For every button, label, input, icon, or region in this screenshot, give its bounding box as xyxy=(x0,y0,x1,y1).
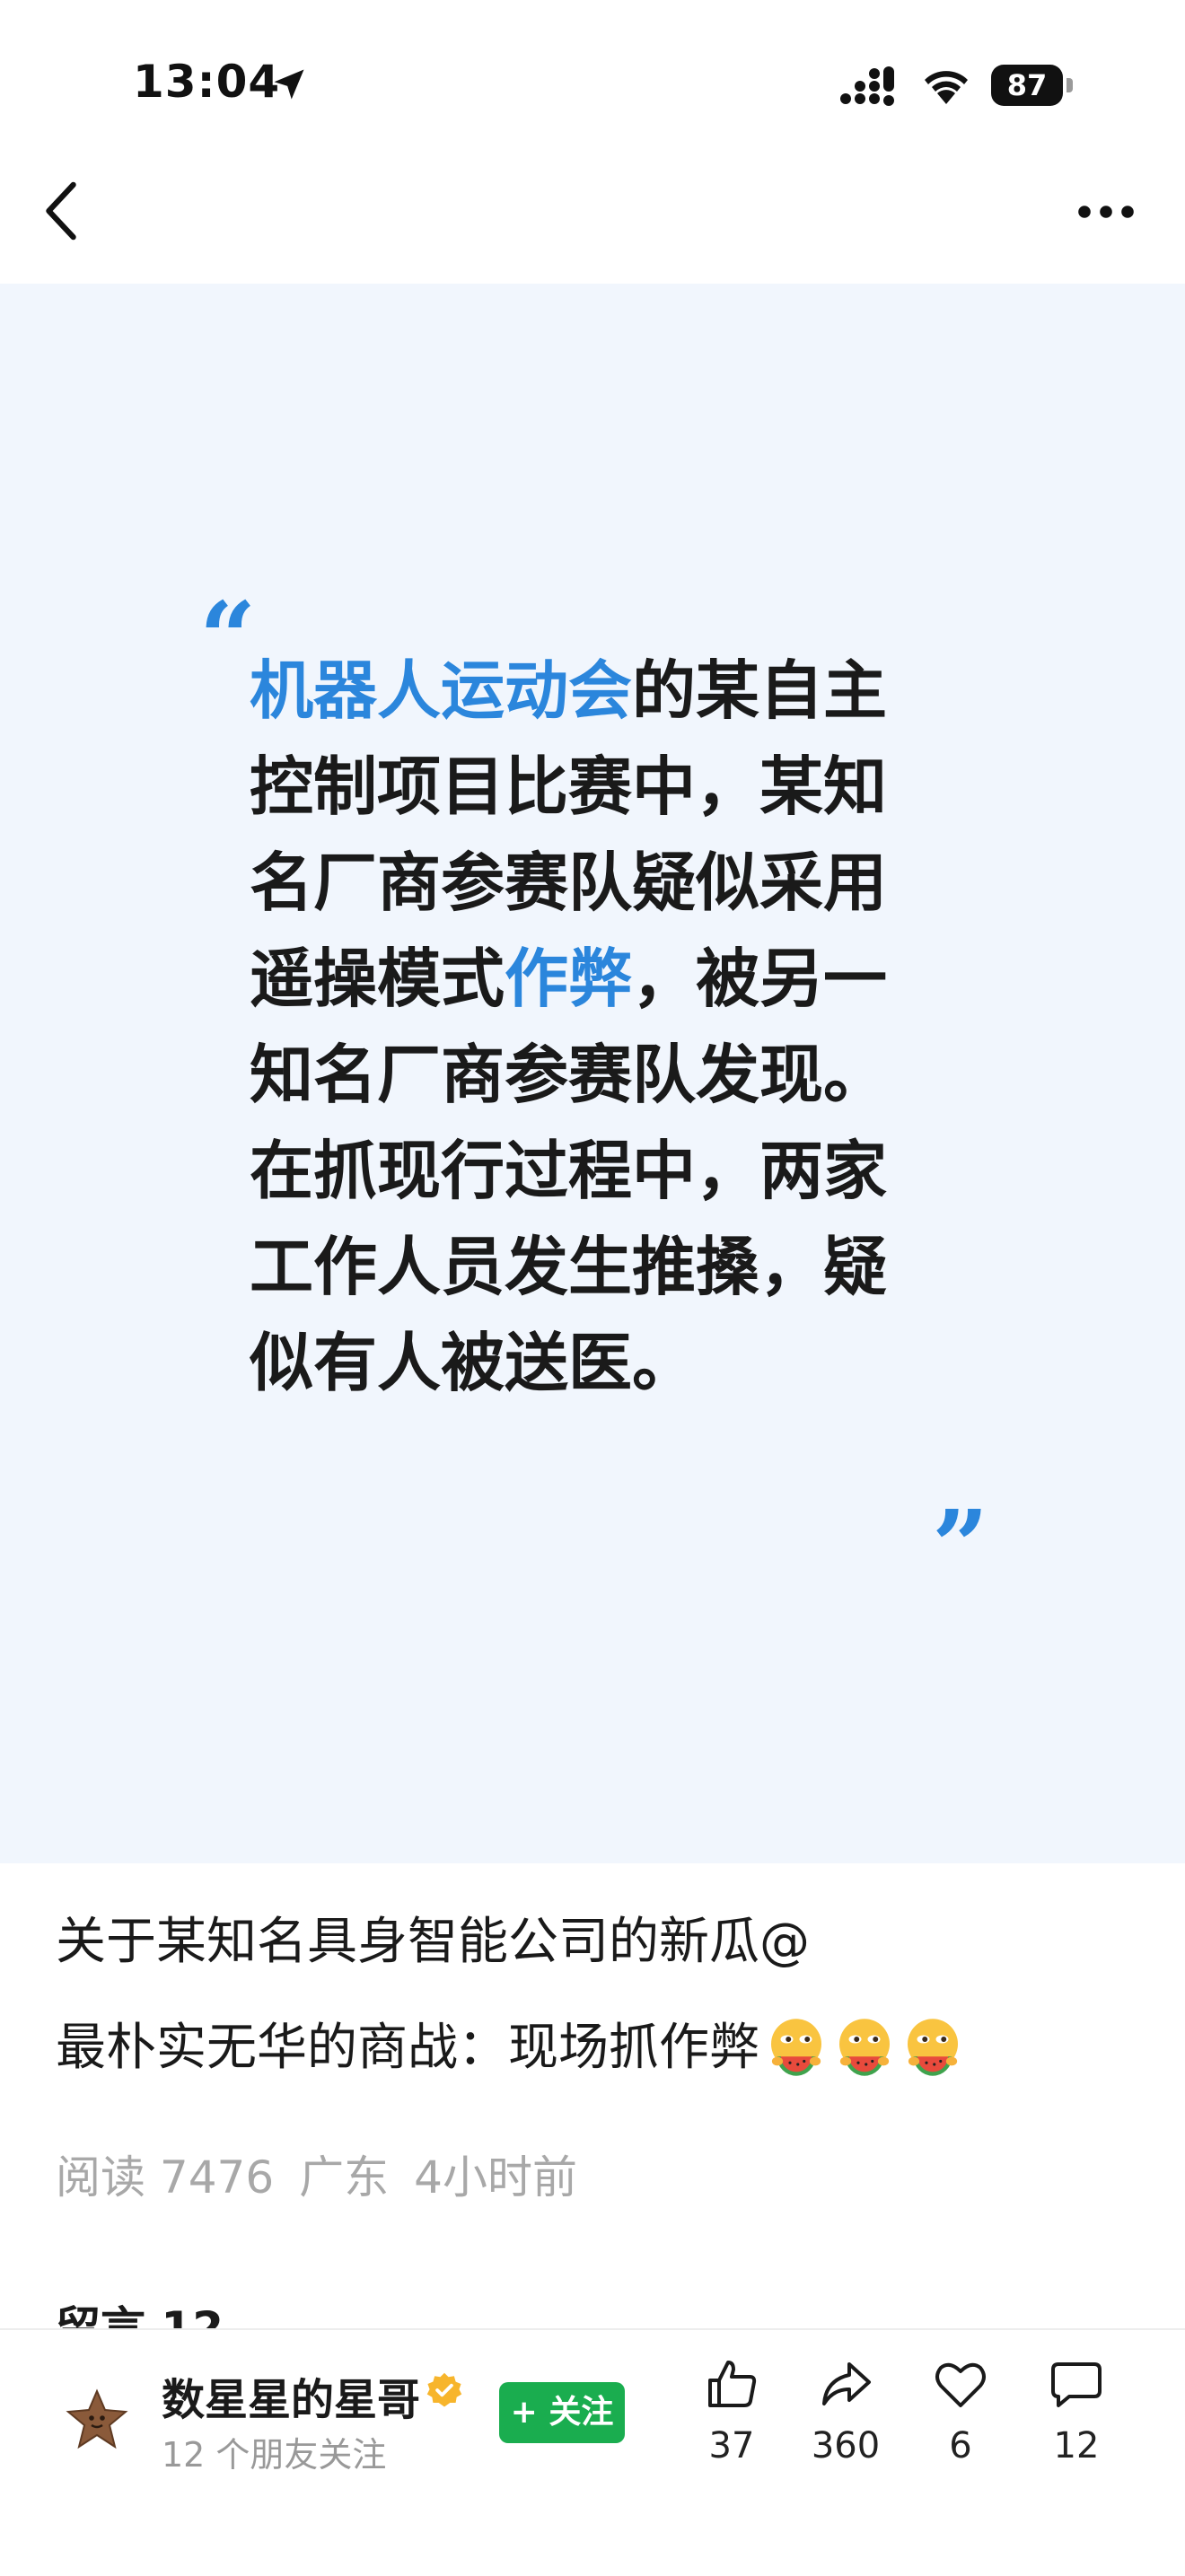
eating-melon-emoji xyxy=(771,2019,821,2076)
quote-text: 机器人运动会的某自主控制项目比赛中，某知名厂商参赛队疑似采用遥操模式作弊，被另一… xyxy=(250,643,932,1411)
back-icon[interactable] xyxy=(40,180,83,242)
post-location: 广东 xyxy=(299,2151,390,2204)
comment-bubble-icon xyxy=(1051,2362,1102,2407)
avatar[interactable] xyxy=(65,2388,129,2452)
share-arrow-icon xyxy=(822,2362,871,2405)
heart-count: 6 xyxy=(949,2425,972,2466)
quote-highlight-cheating: 作弊 xyxy=(505,942,633,1016)
status-bar: 13:04 87 xyxy=(0,0,1185,162)
battery-cap xyxy=(1066,78,1073,92)
comment-count: 12 xyxy=(1053,2425,1100,2466)
signal-icon xyxy=(840,66,894,106)
quote-highlight-event: 机器人运动会 xyxy=(250,653,633,728)
follow-button[interactable]: + 关注 xyxy=(499,2382,625,2443)
heart-button[interactable]: 6 xyxy=(907,2355,1014,2466)
status-time: 13:04 xyxy=(133,56,281,108)
more-icon[interactable] xyxy=(1075,201,1137,223)
comment-button[interactable]: 12 xyxy=(1023,2355,1130,2466)
friends-following: 12 个朋友关注 xyxy=(162,2435,387,2475)
share-count: 360 xyxy=(811,2425,881,2466)
wifi-icon xyxy=(925,71,968,104)
post-text-line: 关于某知名具身智能公司的新瓜@ xyxy=(56,1913,810,1971)
read-count: 阅读 7476 xyxy=(56,2151,275,2204)
share-button[interactable]: 360 xyxy=(792,2355,900,2466)
location-arrow-icon xyxy=(274,69,304,100)
post-text: 最朴实无华的商战：现场抓作弊 xyxy=(56,2019,759,2077)
eating-melon-emoji xyxy=(839,2019,890,2076)
post-text-line: 最朴实无华的商战：现场抓作弊 xyxy=(56,2007,964,2080)
post-meta: 阅读 7476 广东 4小时前 xyxy=(56,2142,602,2206)
close-quote-mark: ” xyxy=(932,1488,989,1604)
heart-icon xyxy=(935,2362,986,2407)
thumbs-up-icon xyxy=(708,2361,757,2407)
bottom-bar: 数星星的星哥 12 个朋友关注 + 关注 37 360 6 12 xyxy=(0,2328,1185,2576)
post-time: 4小时前 xyxy=(414,2151,577,2204)
verified-badge-icon xyxy=(426,2372,462,2407)
quote-image-card[interactable]: “ 机器人运动会的某自主控制项目比赛中，某知名厂商参赛队疑似采用遥操模式作弊，被… xyxy=(0,284,1185,1863)
eating-melon-emoji xyxy=(908,2019,958,2076)
comments-header[interactable]: 留言 12 xyxy=(56,2292,224,2328)
nav-bar xyxy=(0,162,1185,284)
like-button[interactable]: 37 xyxy=(678,2355,786,2466)
like-count: 37 xyxy=(708,2425,755,2466)
author-name[interactable]: 数星星的星哥 xyxy=(162,2364,420,2427)
open-quote-mark: “ xyxy=(199,580,257,696)
battery-level: 87 xyxy=(1006,68,1048,102)
battery-indicator: 87 xyxy=(991,65,1075,106)
